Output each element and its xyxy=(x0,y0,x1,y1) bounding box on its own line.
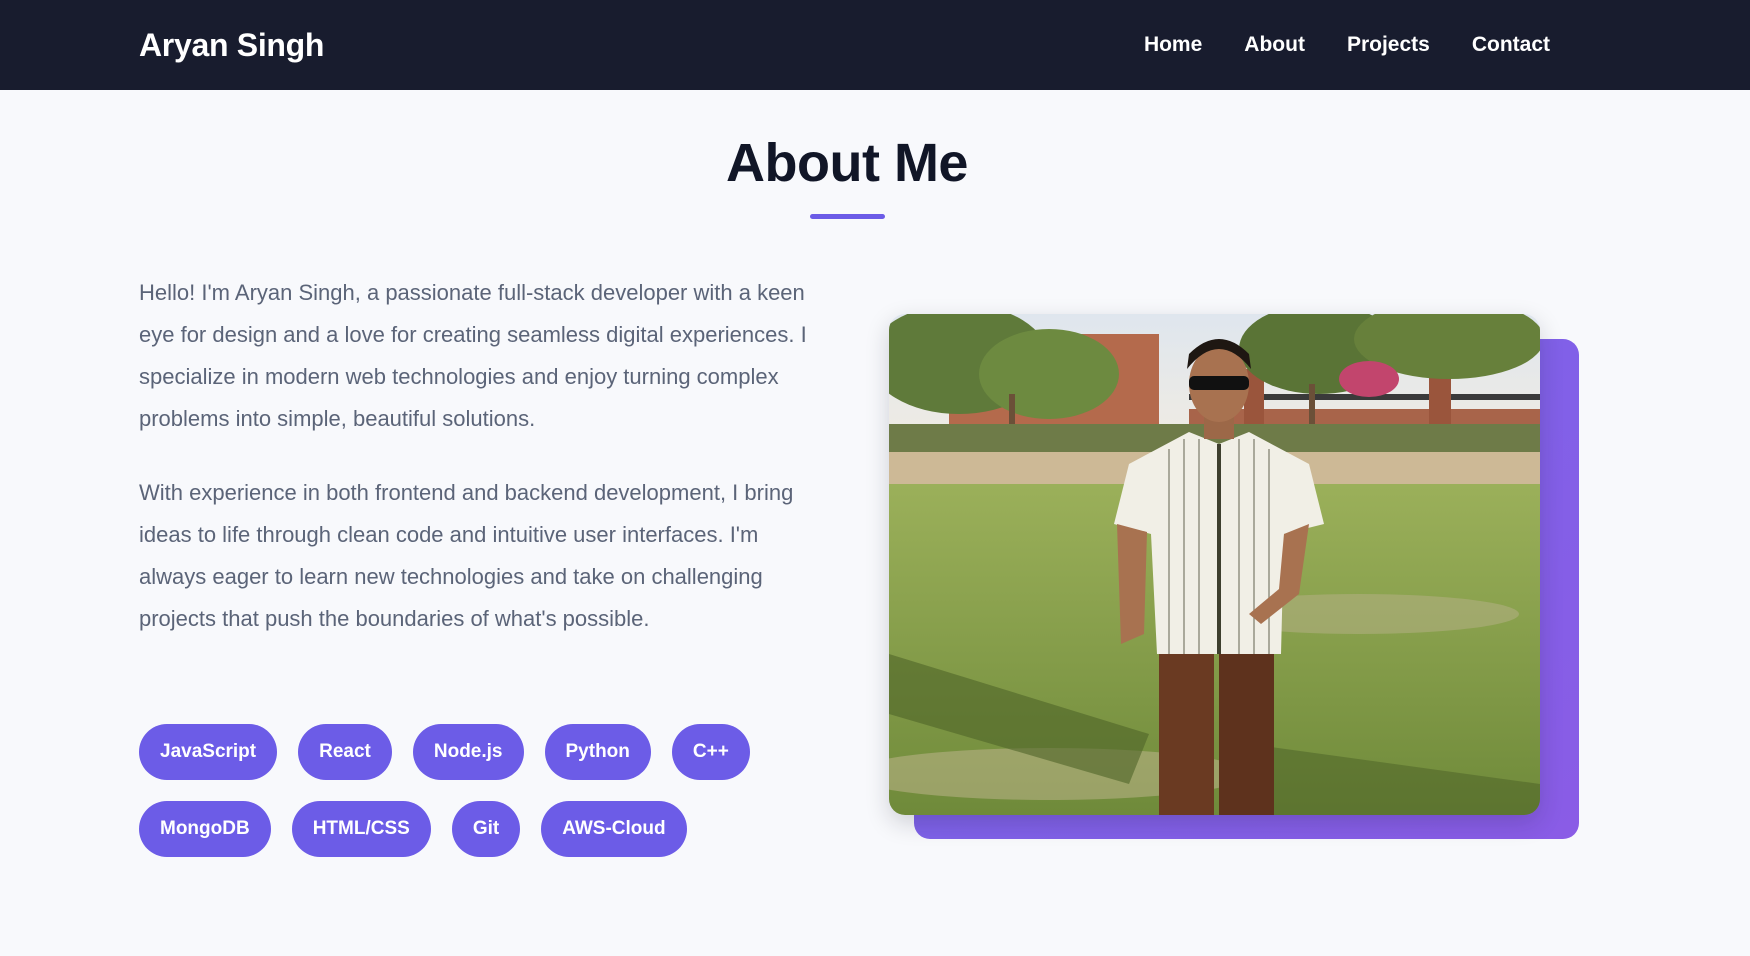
skill-tag: MongoDB xyxy=(139,801,271,857)
nav-link-projects[interactable]: Projects xyxy=(1347,33,1430,57)
top-navbar: Aryan Singh Home About Projects Contact xyxy=(0,0,1750,90)
section-title: About Me xyxy=(726,133,968,193)
nav-links: Home About Projects Contact xyxy=(1144,33,1550,57)
skill-tag: JavaScript xyxy=(139,724,278,780)
nav-link-home[interactable]: Home xyxy=(1144,33,1202,57)
nav-link-about[interactable]: About xyxy=(1244,33,1305,57)
nav-link-contact[interactable]: Contact xyxy=(1472,33,1550,57)
about-paragraph-intro: Hello! I'm Aryan Singh, a passionate ful… xyxy=(139,280,807,431)
about-paragraph-experience: With experience in both frontend and bac… xyxy=(139,480,794,631)
profile-photo xyxy=(889,314,1540,815)
skill-tag: HTML/CSS xyxy=(291,801,431,857)
skill-tag: Node.js xyxy=(412,724,524,780)
title-underline xyxy=(810,214,885,219)
skills-list: JavaScript React Node.js Python C++ Mong… xyxy=(139,724,799,857)
skill-tag: React xyxy=(298,724,392,780)
skill-tag: Python xyxy=(544,724,651,780)
profile-photo-illustration xyxy=(889,314,1540,815)
skill-tag: AWS-Cloud xyxy=(541,801,687,857)
skill-tag: Git xyxy=(451,801,521,857)
about-text: Hello! I'm Aryan Singh, a passionate ful… xyxy=(139,272,809,640)
skill-tag: C++ xyxy=(671,724,750,780)
site-brand[interactable]: Aryan Singh xyxy=(139,27,324,64)
